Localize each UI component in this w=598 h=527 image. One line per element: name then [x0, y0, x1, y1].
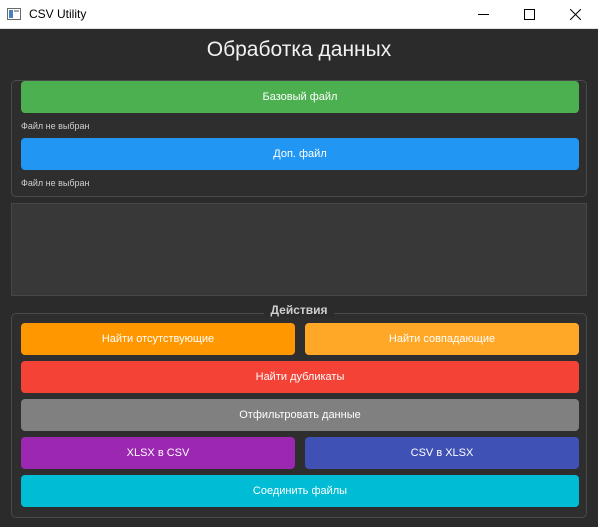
close-icon — [569, 8, 581, 20]
filter-data-button[interactable]: Отфильтровать данные — [21, 399, 579, 431]
find-duplicates-button[interactable]: Найти дубликаты — [21, 361, 579, 393]
app-icon — [7, 8, 21, 20]
extra-file-status: Файл не выбран — [21, 178, 90, 188]
merge-files-button[interactable]: Соединить файлы — [21, 475, 579, 507]
select-base-file-button[interactable]: Базовый файл — [21, 81, 579, 113]
base-file-status: Файл не выбран — [21, 121, 90, 131]
window-titlebar: CSV Utility — [0, 0, 598, 29]
page-title: Обработка данных — [206, 38, 392, 61]
minimize-button[interactable] — [460, 0, 506, 28]
output-text-area[interactable] — [11, 203, 587, 296]
find-missing-button[interactable]: Найти отсутствующие — [21, 323, 295, 355]
window-controls — [460, 0, 598, 28]
maximize-icon — [523, 8, 535, 20]
minimize-icon — [477, 13, 489, 15]
find-matches-button[interactable]: Найти совпадающие — [305, 323, 579, 355]
xlsx-to-csv-button[interactable]: XLSX в CSV — [21, 437, 295, 469]
close-button[interactable] — [552, 0, 598, 28]
csv-to-xlsx-button[interactable]: CSV в XLSX — [305, 437, 579, 469]
actions-group-title: Действия — [0, 303, 598, 317]
window-title: CSV Utility — [29, 7, 87, 21]
select-extra-file-button[interactable]: Доп. файл — [21, 138, 579, 170]
maximize-button[interactable] — [506, 0, 552, 28]
